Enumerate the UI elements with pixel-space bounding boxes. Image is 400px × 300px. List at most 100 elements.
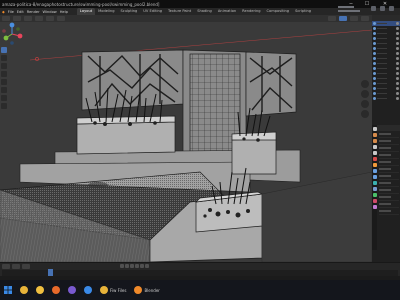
timeline <box>0 262 400 277</box>
measure-tool[interactable] <box>1 103 7 109</box>
pan-hand-icon[interactable] <box>361 90 369 98</box>
system-clock[interactable] <box>338 6 364 14</box>
file-explorer-icon[interactable] <box>36 286 44 294</box>
play-reverse-icon[interactable] <box>130 264 134 268</box>
visibility-eye-icon[interactable] <box>396 87 399 90</box>
tab-sculpting[interactable]: Sculpting <box>118 8 141 15</box>
jump-end-icon[interactable] <box>145 264 149 268</box>
property-field[interactable] <box>379 173 399 180</box>
properties-editor <box>372 125 400 215</box>
zoom-icon[interactable] <box>84 286 92 294</box>
object-icon <box>373 67 376 70</box>
overlays-button[interactable] <box>328 16 336 21</box>
property-field[interactable] <box>379 201 399 208</box>
property-field[interactable] <box>379 166 399 173</box>
editor-type-button[interactable] <box>2 16 10 21</box>
object-menu[interactable] <box>57 16 65 21</box>
blender-icon[interactable] <box>134 286 143 294</box>
property-field[interactable] <box>379 138 399 145</box>
visibility-eye-icon[interactable] <box>396 47 399 50</box>
keying-menu[interactable] <box>22 263 30 269</box>
annotate-tool[interactable] <box>1 95 7 101</box>
playhead[interactable] <box>48 269 53 276</box>
visibility-eye-icon[interactable] <box>396 67 399 70</box>
transform-tool[interactable] <box>1 87 7 93</box>
tab-animation[interactable]: Animation <box>215 8 239 15</box>
visibility-eye-icon[interactable] <box>396 62 399 65</box>
object-icon <box>373 27 376 30</box>
solid-shading-button[interactable] <box>350 16 358 21</box>
tab-shading[interactable]: Shading <box>194 8 215 15</box>
visibility-eye-icon[interactable] <box>396 57 399 60</box>
firefox-icon[interactable] <box>52 286 60 294</box>
menu-help[interactable]: Help <box>60 10 68 14</box>
tab-scripting[interactable]: Scripting <box>292 8 314 15</box>
prev-key-icon[interactable] <box>125 264 129 268</box>
property-field[interactable] <box>379 159 399 166</box>
visibility-eye-icon[interactable] <box>396 27 399 30</box>
tab-uv-editing[interactable]: UV Editing <box>140 8 165 15</box>
add-menu[interactable] <box>46 16 54 21</box>
tab-rendering[interactable]: Rendering <box>239 8 263 15</box>
taskbar-label[interactable]: Blender <box>144 288 160 293</box>
tab-modeling[interactable]: Modeling <box>95 8 117 15</box>
property-field[interactable] <box>379 152 399 159</box>
property-field[interactable] <box>379 194 399 201</box>
visibility-eye-icon[interactable] <box>396 77 399 80</box>
property-field[interactable] <box>379 187 399 194</box>
jump-start-icon[interactable] <box>120 264 124 268</box>
taskbar-label[interactable]: Fiw Files <box>110 288 126 293</box>
3d-viewport[interactable] <box>0 22 372 262</box>
blender-logo-icon[interactable]: ◆ <box>2 10 5 14</box>
visibility-eye-icon[interactable] <box>396 52 399 55</box>
select-box-tool[interactable] <box>1 47 7 53</box>
visibility-eye-icon[interactable] <box>396 97 399 100</box>
property-field[interactable] <box>379 145 399 152</box>
outliner-row[interactable] <box>372 96 400 101</box>
notification-icon[interactable] <box>389 6 394 11</box>
next-key-icon[interactable] <box>140 264 144 268</box>
scale-tool[interactable] <box>1 79 7 85</box>
volume-icon[interactable] <box>380 6 385 11</box>
x-axis-handle <box>17 33 23 39</box>
menu-render[interactable]: Render <box>27 10 40 14</box>
view-menu[interactable] <box>24 16 32 21</box>
menu-edit[interactable]: Edit <box>17 10 24 14</box>
visibility-eye-icon[interactable] <box>396 72 399 75</box>
visibility-eye-icon[interactable] <box>396 82 399 85</box>
property-field[interactable] <box>379 131 399 138</box>
tab-texture-paint[interactable]: Texture Paint <box>165 8 194 15</box>
windows-start-icon[interactable] <box>4 286 12 294</box>
visibility-eye-icon[interactable] <box>396 92 399 95</box>
cursor-tool[interactable] <box>1 55 7 61</box>
zoom-icon[interactable] <box>361 80 369 88</box>
object-icon <box>373 47 376 50</box>
material-shading-button[interactable] <box>361 16 369 21</box>
tab-compositing[interactable]: Compositing <box>264 8 293 15</box>
menu-window[interactable]: Window <box>43 10 57 14</box>
rotate-tool[interactable] <box>1 71 7 77</box>
network-icon[interactable] <box>371 6 376 11</box>
visibility-eye-icon[interactable] <box>396 32 399 35</box>
play-icon[interactable] <box>135 264 139 268</box>
property-field[interactable] <box>379 180 399 187</box>
move-tool[interactable] <box>1 63 7 69</box>
navigation-gizmo[interactable] <box>0 22 24 46</box>
files-icon[interactable] <box>100 286 108 294</box>
playback-menu[interactable] <box>12 263 20 269</box>
visibility-eye-icon[interactable] <box>396 22 399 25</box>
timeline-editor-type-button[interactable] <box>2 263 10 269</box>
wireframe-shading-button[interactable] <box>339 16 347 21</box>
visibility-eye-icon[interactable] <box>396 42 399 45</box>
property-field[interactable] <box>379 208 399 215</box>
tab-layout[interactable]: Layout <box>76 8 96 15</box>
planter-right <box>231 131 277 175</box>
select-menu[interactable] <box>35 16 43 21</box>
chrome-icon[interactable] <box>20 286 28 294</box>
visibility-eye-icon[interactable] <box>396 37 399 40</box>
mode-selector[interactable] <box>13 16 21 21</box>
perspective-toggle-icon[interactable] <box>361 110 369 118</box>
camera-view-icon[interactable] <box>361 100 369 108</box>
app-icon[interactable] <box>68 286 76 294</box>
menu-file[interactable]: File <box>8 10 14 14</box>
